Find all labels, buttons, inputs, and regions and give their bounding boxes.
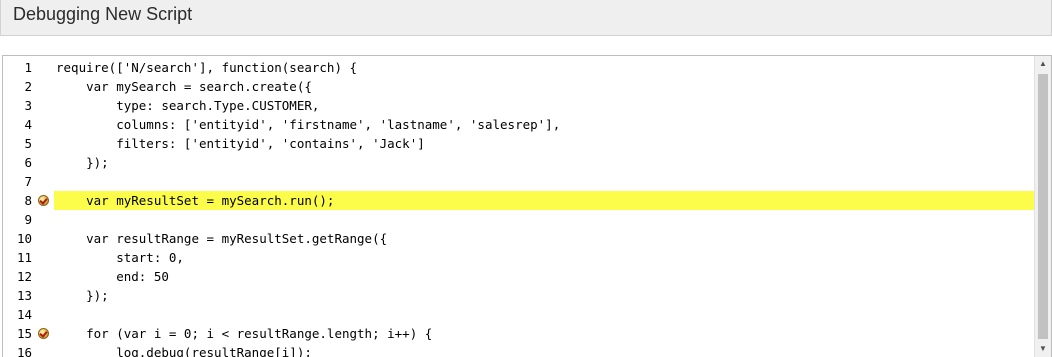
- code-text: type: search.Type.CUSTOMER,: [56, 98, 320, 113]
- code-line[interactable]: 12 end: 50: [3, 267, 1034, 286]
- line-number[interactable]: 12: [3, 267, 32, 286]
- line-number[interactable]: 16: [3, 343, 32, 357]
- code-text: var resultRange = myResultSet.getRange({: [56, 231, 388, 246]
- code-line[interactable]: 16 log.debug(resultRange[i]);: [3, 343, 1034, 357]
- scroll-up-arrow-icon[interactable]: ▲: [1035, 56, 1051, 72]
- line-number[interactable]: 15: [3, 324, 32, 343]
- scroll-down-arrow-icon[interactable]: ▼: [1035, 341, 1051, 357]
- vertical-scrollbar[interactable]: ▲ ▼: [1034, 56, 1051, 357]
- line-number[interactable]: 4: [3, 115, 32, 134]
- code-text: });: [56, 155, 109, 170]
- line-number[interactable]: 14: [3, 305, 32, 324]
- line-number[interactable]: 2: [3, 77, 32, 96]
- code-line[interactable]: 9: [3, 210, 1034, 229]
- line-number[interactable]: 8: [3, 191, 32, 210]
- scroll-thumb[interactable]: [1038, 74, 1048, 339]
- code-text: require(['N/search'], function(search) {: [56, 60, 358, 75]
- line-number[interactable]: 13: [3, 286, 32, 305]
- code-line[interactable]: 1 require(['N/search'], function(search) …: [3, 58, 1034, 77]
- code-line[interactable]: 7: [3, 172, 1034, 191]
- code-text: start: 0,: [56, 250, 184, 265]
- breakpoint-icon[interactable]: [38, 195, 49, 206]
- line-number[interactable]: 11: [3, 248, 32, 267]
- code-line[interactable]: 3 type: search.Type.CUSTOMER,: [3, 96, 1034, 115]
- line-number[interactable]: 3: [3, 96, 32, 115]
- code-line[interactable]: 13 });: [3, 286, 1034, 305]
- line-number[interactable]: 6: [3, 153, 32, 172]
- title-bar: Debugging New Script: [0, 0, 1052, 36]
- code-line[interactable]: 6 });: [3, 153, 1034, 172]
- code-line[interactable]: 8 var myResultSet = mySearch.run();: [3, 191, 1034, 210]
- code-text: log.debug(resultRange[i]);: [56, 345, 312, 357]
- code-editor[interactable]: 1 require(['N/search'], function(search) …: [2, 55, 1052, 357]
- code-text: end: 50: [56, 269, 169, 284]
- code-text: });: [56, 288, 109, 303]
- line-number[interactable]: 1: [3, 58, 32, 77]
- code-line[interactable]: 5 filters: ['entityid', 'contains', 'Jac…: [3, 134, 1034, 153]
- code-line[interactable]: 10 var resultRange = myResultSet.getRang…: [3, 229, 1034, 248]
- breakpoint-icon[interactable]: [38, 328, 49, 339]
- code-line[interactable]: 14: [3, 305, 1034, 324]
- code-text: var mySearch = search.create({: [56, 79, 312, 94]
- code-text: for (var i = 0; i < resultRange.length; …: [56, 326, 433, 341]
- code-line[interactable]: 2 var mySearch = search.create({: [3, 77, 1034, 96]
- line-number[interactable]: 7: [3, 172, 32, 191]
- code-line[interactable]: 4 columns: ['entityid', 'firstname', 'la…: [3, 115, 1034, 134]
- line-number[interactable]: 10: [3, 229, 32, 248]
- page-title: Debugging New Script: [13, 4, 193, 24]
- code-text: var myResultSet = mySearch.run();: [54, 191, 1034, 210]
- code-text: columns: ['entityid', 'firstname', 'last…: [56, 117, 561, 132]
- code-text: filters: ['entityid', 'contains', 'Jack'…: [56, 136, 425, 151]
- code-line[interactable]: 15 for (var i = 0; i < resultRange.lengt…: [3, 324, 1034, 343]
- line-number[interactable]: 9: [3, 210, 32, 229]
- code-line[interactable]: 11 start: 0,: [3, 248, 1034, 267]
- line-number[interactable]: 5: [3, 134, 32, 153]
